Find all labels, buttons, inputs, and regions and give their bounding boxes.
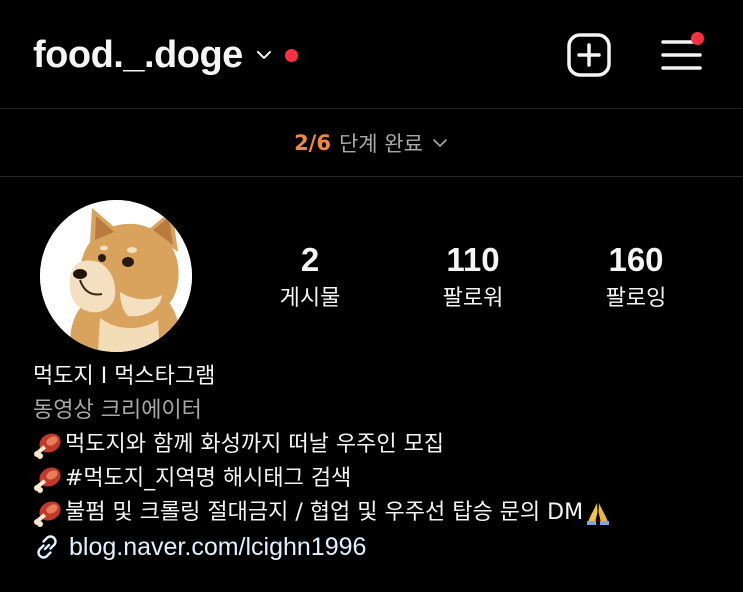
- steps-divider: [0, 176, 743, 177]
- plus-square-icon[interactable]: [565, 31, 613, 79]
- menu-notification-dot: [691, 32, 704, 45]
- chevron-down-icon: [256, 51, 271, 59]
- profile-bio: 먹도지 I 먹스타그램 동영상 크리에이터 먹도지와 함께 화성까지 떠날 우주…: [33, 360, 733, 564]
- link-icon: [37, 535, 57, 559]
- folded-hands-icon: [587, 503, 610, 525]
- meat-on-bone-icon: [34, 501, 61, 527]
- display-name: 먹도지 I 먹스타그램: [33, 364, 216, 389]
- menu-button[interactable]: [658, 30, 706, 78]
- bio-line: #먹도지_지역명 해시태그 검색: [33, 462, 733, 496]
- posts-stat[interactable]: 2 게시물: [245, 238, 375, 316]
- posts-label: 게시물: [279, 286, 341, 311]
- top-bar: food._.doge: [0, 0, 743, 108]
- bio-text: 불펌 및 크롤링 절대금지 / 협업 및 우주선 탑승 문의 DM: [65, 500, 584, 525]
- steps-progress: 2/6: [294, 130, 331, 155]
- steps-label: 단계 완료: [338, 131, 423, 156]
- bio-line: 먹도지와 함께 화성까지 떠날 우주인 모집: [33, 428, 733, 462]
- profile-link-text: blog.naver.com/lcighn1996: [69, 533, 367, 561]
- following-stat[interactable]: 160 팔로잉: [571, 238, 701, 316]
- posts-count: 2: [300, 241, 320, 278]
- account-switcher[interactable]: food._.doge: [33, 30, 298, 80]
- profile-category: 동영상 크리에이터: [33, 398, 202, 423]
- notification-dot: [284, 48, 298, 62]
- meat-on-bone-icon: [34, 433, 61, 459]
- followers-count: 110: [446, 241, 500, 278]
- meat-on-bone-icon: [34, 467, 61, 493]
- shiba-dog-avatar-image: [40, 200, 192, 352]
- chevron-down-icon: [433, 138, 447, 147]
- bio-line: 불펌 및 크롤링 절대금지 / 협업 및 우주선 탑승 문의 DM: [33, 496, 733, 530]
- username-title: food._.doge: [33, 33, 243, 76]
- profile-link[interactable]: blog.naver.com/lcighn1996: [33, 530, 733, 564]
- following-count: 160: [608, 241, 664, 278]
- profile-avatar[interactable]: [40, 200, 192, 352]
- profile-steps-banner[interactable]: 2/6 단계 완료: [0, 109, 743, 176]
- bio-text: 먹도지와 함께 화성까지 떠날 우주인 모집: [65, 432, 445, 457]
- bio-text: #먹도지_지역명 해시태그 검색: [65, 466, 352, 491]
- followers-stat[interactable]: 110 팔로워: [408, 238, 538, 316]
- following-label: 팔로잉: [605, 286, 667, 311]
- followers-label: 팔로워: [442, 286, 504, 311]
